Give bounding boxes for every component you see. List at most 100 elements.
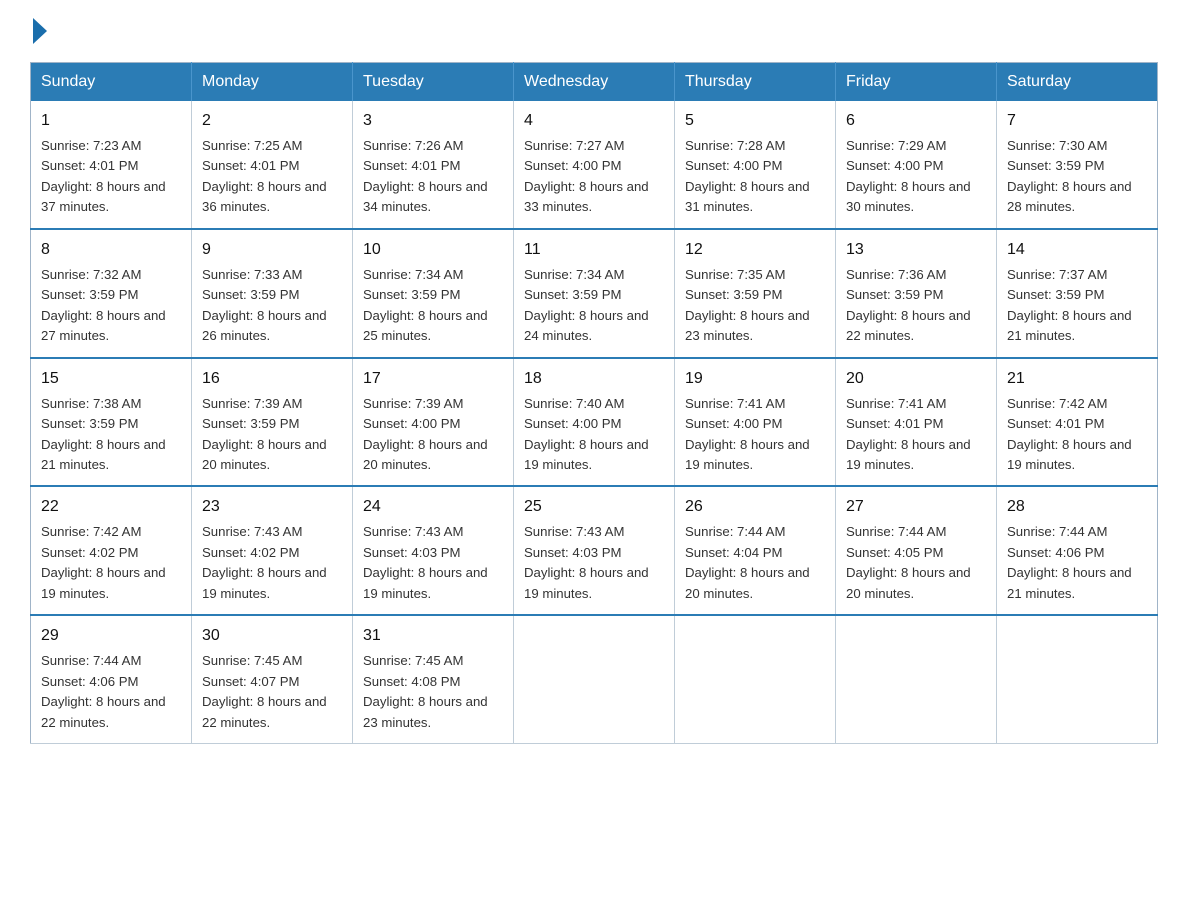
calendar-cell <box>836 615 997 743</box>
calendar-body: 1 Sunrise: 7:23 AMSunset: 4:01 PMDaylight… <box>31 101 1158 744</box>
day-number: 23 <box>202 495 342 519</box>
calendar-cell: 7Sunrise: 7:30 AMSunset: 3:59 PMDaylight… <box>997 101 1158 229</box>
calendar-cell: 19 Sunrise: 7:41 AMSunset: 4:00 PMDayligh… <box>675 358 836 487</box>
day-info: Sunrise: 7:29 AMSunset: 4:00 PMDaylight:… <box>846 136 986 218</box>
day-number: 19 <box>685 367 825 391</box>
day-info: Sunrise: 7:33 AMSunset: 3:59 PMDaylight:… <box>202 265 342 347</box>
day-number: 5 <box>685 109 825 133</box>
day-info: Sunrise: 7:41 AMSunset: 4:00 PMDaylight:… <box>685 394 825 476</box>
day-number: 14 <box>1007 238 1147 262</box>
day-number: 16 <box>202 367 342 391</box>
day-number: 11 <box>524 238 664 262</box>
logo <box>30 20 51 44</box>
day-info: Sunrise: 7:42 AMSunset: 4:01 PMDaylight:… <box>1007 394 1147 476</box>
day-info: Sunrise: 7:40 AMSunset: 4:00 PMDaylight:… <box>524 394 664 476</box>
day-info: Sunrise: 7:23 AMSunset: 4:01 PMDaylight:… <box>41 136 181 218</box>
calendar-cell <box>514 615 675 743</box>
day-number: 22 <box>41 495 181 519</box>
day-info: Sunrise: 7:41 AMSunset: 4:01 PMDaylight:… <box>846 394 986 476</box>
day-info: Sunrise: 7:37 AMSunset: 3:59 PMDaylight:… <box>1007 265 1147 347</box>
calendar-cell: 8Sunrise: 7:32 AMSunset: 3:59 PMDaylight… <box>31 229 192 358</box>
day-header-saturday: Saturday <box>997 63 1158 102</box>
day-header-wednesday: Wednesday <box>514 63 675 102</box>
day-number: 4 <box>524 109 664 133</box>
day-info: Sunrise: 7:45 AMSunset: 4:07 PMDaylight:… <box>202 651 342 733</box>
day-number: 1 <box>41 109 181 133</box>
day-header-tuesday: Tuesday <box>353 63 514 102</box>
day-info: Sunrise: 7:27 AMSunset: 4:00 PMDaylight:… <box>524 136 664 218</box>
day-info: Sunrise: 7:44 AMSunset: 4:05 PMDaylight:… <box>846 522 986 604</box>
day-number: 9 <box>202 238 342 262</box>
week-row-5: 29 Sunrise: 7:44 AMSunset: 4:06 PMDayligh… <box>31 615 1158 743</box>
day-header-sunday: Sunday <box>31 63 192 102</box>
day-number: 20 <box>846 367 986 391</box>
day-number: 30 <box>202 624 342 648</box>
day-number: 2 <box>202 109 342 133</box>
calendar-cell: 15 Sunrise: 7:38 AMSunset: 3:59 PMDayligh… <box>31 358 192 487</box>
day-info: Sunrise: 7:39 AMSunset: 3:59 PMDaylight:… <box>202 394 342 476</box>
day-number: 21 <box>1007 367 1147 391</box>
week-row-3: 15 Sunrise: 7:38 AMSunset: 3:59 PMDayligh… <box>31 358 1158 487</box>
day-number: 10 <box>363 238 503 262</box>
calendar-cell: 4 Sunrise: 7:27 AMSunset: 4:00 PMDaylight… <box>514 101 675 229</box>
day-info: Sunrise: 7:28 AMSunset: 4:00 PMDaylight:… <box>685 136 825 218</box>
calendar-cell: 29 Sunrise: 7:44 AMSunset: 4:06 PMDayligh… <box>31 615 192 743</box>
day-info: Sunrise: 7:36 AMSunset: 3:59 PMDaylight:… <box>846 265 986 347</box>
day-number: 17 <box>363 367 503 391</box>
day-number: 12 <box>685 238 825 262</box>
day-number: 28 <box>1007 495 1147 519</box>
calendar-cell: 31 Sunrise: 7:45 AMSunset: 4:08 PMDayligh… <box>353 615 514 743</box>
calendar-cell: 18 Sunrise: 7:40 AMSunset: 4:00 PMDayligh… <box>514 358 675 487</box>
day-number: 24 <box>363 495 503 519</box>
day-info: Sunrise: 7:34 AMSunset: 3:59 PMDaylight:… <box>524 265 664 347</box>
calendar-cell: 1 Sunrise: 7:23 AMSunset: 4:01 PMDaylight… <box>31 101 192 229</box>
calendar-cell: 27 Sunrise: 7:44 AMSunset: 4:05 PMDayligh… <box>836 486 997 615</box>
day-info: Sunrise: 7:35 AMSunset: 3:59 PMDaylight:… <box>685 265 825 347</box>
day-info: Sunrise: 7:26 AMSunset: 4:01 PMDaylight:… <box>363 136 503 218</box>
week-row-4: 22Sunrise: 7:42 AMSunset: 4:02 PMDayligh… <box>31 486 1158 615</box>
day-info: Sunrise: 7:43 AMSunset: 4:03 PMDaylight:… <box>363 522 503 604</box>
calendar-cell: 13 Sunrise: 7:36 AMSunset: 3:59 PMDayligh… <box>836 229 997 358</box>
calendar-cell: 21 Sunrise: 7:42 AMSunset: 4:01 PMDayligh… <box>997 358 1158 487</box>
calendar-cell: 28 Sunrise: 7:44 AMSunset: 4:06 PMDayligh… <box>997 486 1158 615</box>
day-info: Sunrise: 7:45 AMSunset: 4:08 PMDaylight:… <box>363 651 503 733</box>
calendar-cell: 30 Sunrise: 7:45 AMSunset: 4:07 PMDayligh… <box>192 615 353 743</box>
calendar-cell: 17 Sunrise: 7:39 AMSunset: 4:00 PMDayligh… <box>353 358 514 487</box>
day-number: 15 <box>41 367 181 391</box>
day-info: Sunrise: 7:34 AMSunset: 3:59 PMDaylight:… <box>363 265 503 347</box>
day-header-monday: Monday <box>192 63 353 102</box>
day-number: 13 <box>846 238 986 262</box>
day-number: 27 <box>846 495 986 519</box>
calendar-cell: 9 Sunrise: 7:33 AMSunset: 3:59 PMDaylight… <box>192 229 353 358</box>
day-number: 26 <box>685 495 825 519</box>
day-number: 8 <box>41 238 181 262</box>
day-info: Sunrise: 7:25 AMSunset: 4:01 PMDaylight:… <box>202 136 342 218</box>
day-header-row: SundayMondayTuesdayWednesdayThursdayFrid… <box>31 63 1158 102</box>
calendar-cell <box>997 615 1158 743</box>
day-number: 3 <box>363 109 503 133</box>
day-info: Sunrise: 7:43 AMSunset: 4:03 PMDaylight:… <box>524 522 664 604</box>
day-number: 31 <box>363 624 503 648</box>
day-header-thursday: Thursday <box>675 63 836 102</box>
calendar-cell: 5 Sunrise: 7:28 AMSunset: 4:00 PMDaylight… <box>675 101 836 229</box>
day-info: Sunrise: 7:38 AMSunset: 3:59 PMDaylight:… <box>41 394 181 476</box>
day-number: 6 <box>846 109 986 133</box>
calendar-cell: 25 Sunrise: 7:43 AMSunset: 4:03 PMDayligh… <box>514 486 675 615</box>
day-number: 18 <box>524 367 664 391</box>
day-info: Sunrise: 7:44 AMSunset: 4:06 PMDaylight:… <box>1007 522 1147 604</box>
calendar-cell: 14 Sunrise: 7:37 AMSunset: 3:59 PMDayligh… <box>997 229 1158 358</box>
day-number: 29 <box>41 624 181 648</box>
day-header-friday: Friday <box>836 63 997 102</box>
day-number: 25 <box>524 495 664 519</box>
day-info: Sunrise: 7:39 AMSunset: 4:00 PMDaylight:… <box>363 394 503 476</box>
day-info: Sunrise: 7:43 AMSunset: 4:02 PMDaylight:… <box>202 522 342 604</box>
week-row-1: 1 Sunrise: 7:23 AMSunset: 4:01 PMDaylight… <box>31 101 1158 229</box>
calendar-cell: 23 Sunrise: 7:43 AMSunset: 4:02 PMDayligh… <box>192 486 353 615</box>
day-info: Sunrise: 7:44 AMSunset: 4:06 PMDaylight:… <box>41 651 181 733</box>
calendar-cell: 16 Sunrise: 7:39 AMSunset: 3:59 PMDayligh… <box>192 358 353 487</box>
logo-arrow-icon <box>33 18 47 44</box>
week-row-2: 8Sunrise: 7:32 AMSunset: 3:59 PMDaylight… <box>31 229 1158 358</box>
calendar-header: SundayMondayTuesdayWednesdayThursdayFrid… <box>31 63 1158 102</box>
calendar-cell: 10 Sunrise: 7:34 AMSunset: 3:59 PMDayligh… <box>353 229 514 358</box>
day-number: 7 <box>1007 109 1147 133</box>
